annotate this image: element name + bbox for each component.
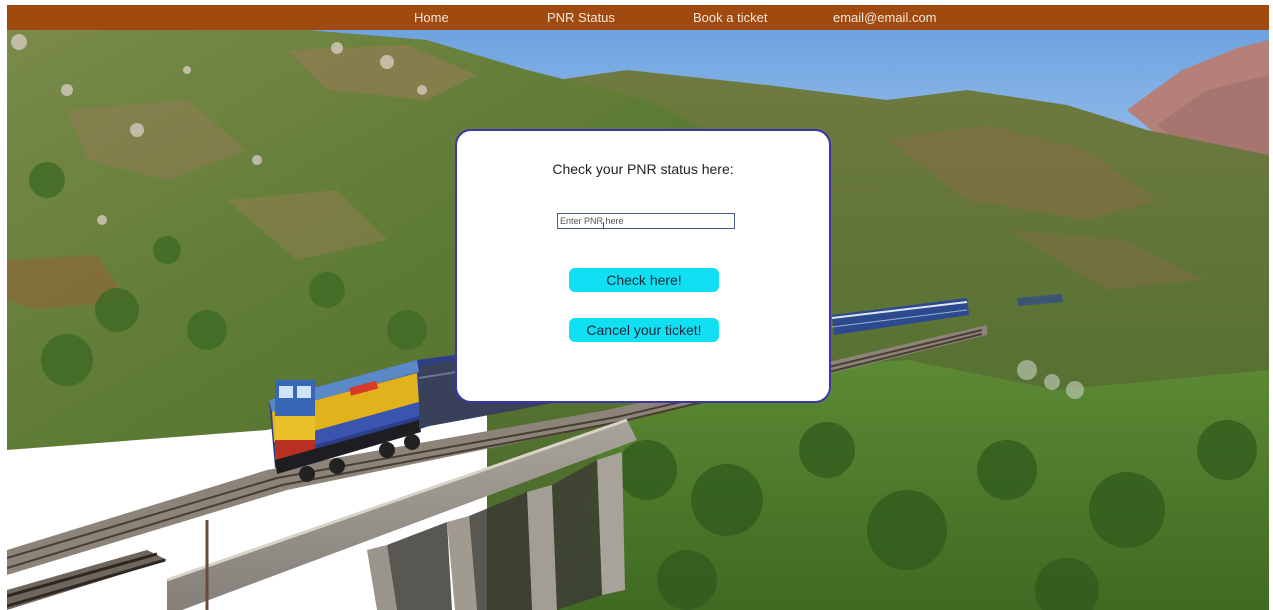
nav-link-home[interactable]: Home — [414, 10, 449, 25]
text-cursor-icon: I — [602, 221, 605, 232]
cancel-ticket-button[interactable]: Cancel your ticket! — [569, 318, 719, 342]
top-nav-bar: Home PNR Status Book a ticket email@emai… — [7, 5, 1269, 30]
pnr-card-title: Check your PNR status here: — [552, 161, 734, 177]
pnr-number-input[interactable] — [557, 213, 735, 229]
nav-link-email[interactable]: email@email.com — [833, 10, 937, 25]
pnr-status-card: Check your PNR status here: I Check here… — [455, 129, 831, 403]
nav-link-book-ticket[interactable]: Book a ticket — [693, 10, 767, 25]
check-pnr-button[interactable]: Check here! — [569, 268, 719, 292]
app-window: Home PNR Status Book a ticket email@emai… — [7, 5, 1269, 610]
nav-link-pnr-status[interactable]: PNR Status — [547, 10, 615, 25]
